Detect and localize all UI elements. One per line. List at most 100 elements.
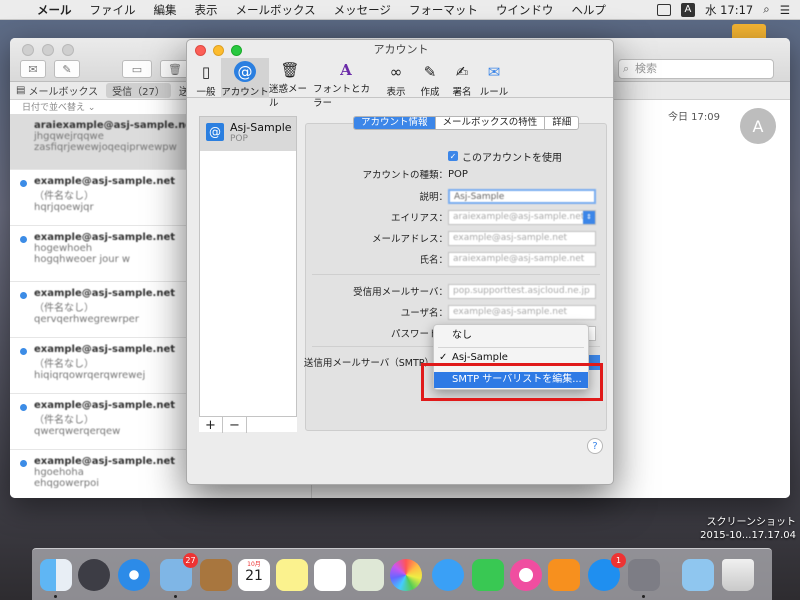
add-account-button[interactable]: + bbox=[199, 417, 223, 433]
contacts-icon[interactable] bbox=[200, 559, 232, 591]
calendar-day: 21 bbox=[245, 568, 263, 584]
mailboxes-toggle[interactable]: ▤ メールボックス bbox=[10, 83, 104, 98]
menu-format[interactable]: フォーマット bbox=[400, 2, 487, 18]
archive-button[interactable]: ▭ bbox=[122, 60, 152, 78]
tab-fonts-colors[interactable]: A フォントとカラー bbox=[313, 58, 379, 109]
mail-badge: 27 bbox=[183, 553, 198, 568]
spotlight-icon[interactable]: ⌕ bbox=[763, 2, 769, 17]
mail-window-controls bbox=[22, 44, 74, 56]
running-indicator bbox=[642, 595, 645, 598]
tab-label: フォントとカラー bbox=[313, 84, 371, 109]
launchpad-icon[interactable] bbox=[78, 559, 110, 591]
itunes-icon[interactable] bbox=[510, 559, 542, 591]
dock: 27 10月 21 1 bbox=[32, 548, 772, 600]
search-icon: ⌕ bbox=[623, 62, 630, 75]
account-type-label: アカウントの種類： bbox=[362, 170, 448, 181]
menu-message[interactable]: メッセージ bbox=[325, 2, 400, 18]
facetime-icon[interactable] bbox=[472, 559, 504, 591]
account-type-row: アカウントの種類： POP bbox=[306, 164, 606, 184]
display-icon[interactable] bbox=[656, 3, 671, 16]
running-indicator bbox=[54, 595, 57, 598]
description-row: 説明： Asj-Sample bbox=[306, 186, 606, 206]
minimize-button[interactable] bbox=[213, 45, 224, 56]
menu-mailbox[interactable]: メールボックス bbox=[227, 2, 325, 18]
get-mail-button[interactable]: ✉ bbox=[20, 60, 46, 78]
incoming-server-field[interactable]: pop.supporttest.asjcloud.ne.jp bbox=[448, 283, 596, 299]
sort-label: 日付で並べ替え bbox=[22, 103, 86, 113]
account-row[interactable]: @ Asj-Sample POP bbox=[200, 117, 296, 151]
menu-help[interactable]: ヘルプ bbox=[562, 2, 615, 18]
enable-account-label: このアカウントを使用 bbox=[462, 152, 562, 164]
zoom-button[interactable] bbox=[62, 44, 74, 56]
tab-viewing[interactable]: ∞ 表示 bbox=[383, 58, 409, 99]
input-source-indicator[interactable]: A bbox=[680, 2, 695, 17]
menu-view[interactable]: 表示 bbox=[186, 2, 227, 18]
search-field[interactable]: ⌕ 検索 bbox=[618, 59, 774, 79]
full-name-row: 氏名： araiexample@asj-sample.net bbox=[306, 249, 606, 269]
help-button[interactable]: ? bbox=[587, 438, 603, 454]
messages-icon[interactable] bbox=[432, 559, 464, 591]
segment-account-info[interactable]: アカウント情報 bbox=[354, 117, 436, 129]
email-field[interactable]: example@asj-sample.net bbox=[448, 230, 596, 246]
desktop-file-name-line1: スクリーンショット bbox=[706, 517, 797, 528]
tab-accounts[interactable]: @ アカウント bbox=[221, 58, 269, 98]
finder-icon[interactable] bbox=[40, 559, 72, 591]
tab-junk-mail[interactable]: 🗑 迷惑メール bbox=[269, 58, 311, 109]
maps-icon[interactable] bbox=[352, 559, 384, 591]
calendar-icon[interactable]: 10月 21 bbox=[238, 559, 270, 591]
app-store-icon[interactable]: 1 bbox=[588, 553, 626, 591]
tab-general[interactable]: ▯ 一般 bbox=[193, 58, 219, 99]
description-label: 説明： bbox=[419, 192, 448, 203]
switch-icon: ▯ bbox=[201, 62, 211, 81]
mail-icon[interactable]: 27 bbox=[160, 553, 198, 591]
running-indicator bbox=[174, 595, 177, 598]
close-button[interactable] bbox=[195, 45, 206, 56]
clock[interactable]: 水 17:17 bbox=[705, 2, 753, 18]
system-preferences-icon[interactable] bbox=[628, 559, 660, 591]
tab-label: 表示 bbox=[386, 87, 406, 98]
alias-popup[interactable]: araiexample@asj-sample.net ⇕ bbox=[448, 209, 596, 225]
segment-mailbox-behaviors[interactable]: メールボックスの特性 bbox=[436, 117, 546, 129]
trash-icon: 🗑 bbox=[168, 62, 182, 76]
chevron-up-down-icon: ⇕ bbox=[583, 210, 595, 224]
tab-label: アカウント bbox=[221, 87, 269, 98]
username-field[interactable]: example@asj-sample.net bbox=[448, 304, 596, 320]
enable-account-checkbox[interactable]: ✓ このアカウントを使用 bbox=[448, 149, 562, 164]
trash-icon[interactable] bbox=[722, 559, 754, 591]
remove-account-button[interactable]: − bbox=[223, 417, 247, 433]
zoom-button[interactable] bbox=[231, 45, 242, 56]
tab-label: 迷惑メール bbox=[269, 84, 308, 109]
tab-signatures[interactable]: ✍ 署名 bbox=[447, 58, 477, 99]
menu-item-none[interactable]: なし bbox=[434, 328, 588, 344]
menu-app[interactable]: メール bbox=[28, 2, 81, 18]
tab-rules[interactable]: ✉ ルール bbox=[479, 58, 509, 99]
font-icon: A bbox=[340, 61, 352, 79]
tab-label: 作成 bbox=[420, 87, 440, 98]
close-button[interactable] bbox=[22, 44, 34, 56]
divider bbox=[312, 274, 600, 275]
account-type-value: POP bbox=[448, 168, 468, 180]
incoming-server-row: 受信用メールサーバ： pop.supporttest.asjcloud.ne.j… bbox=[306, 281, 606, 301]
unread-dot bbox=[20, 404, 27, 411]
menu-edit[interactable]: 編集 bbox=[145, 2, 186, 18]
at-sign-icon: @ bbox=[234, 61, 256, 82]
downloads-folder-icon[interactable] bbox=[682, 559, 714, 591]
reminders-icon[interactable] bbox=[314, 559, 346, 591]
tab-label: ルール bbox=[479, 87, 509, 98]
description-field[interactable]: Asj-Sample bbox=[448, 188, 596, 204]
minimize-button[interactable] bbox=[42, 44, 54, 56]
notes-icon[interactable] bbox=[276, 559, 308, 591]
inbox-favorite[interactable]: 受信（27） bbox=[106, 83, 171, 98]
menu-file[interactable]: ファイル bbox=[81, 2, 145, 18]
notification-center-icon[interactable]: ☰ bbox=[780, 3, 790, 17]
photos-icon[interactable] bbox=[390, 559, 422, 591]
tab-composing[interactable]: ✎ 作成 bbox=[415, 58, 445, 99]
safari-icon[interactable] bbox=[118, 559, 150, 591]
compose-button[interactable]: ✎ bbox=[54, 60, 80, 78]
ibooks-icon[interactable] bbox=[548, 559, 580, 591]
menu-window[interactable]: ウインドウ bbox=[487, 2, 563, 18]
full-name-field[interactable]: araiexample@asj-sample.net bbox=[448, 251, 596, 267]
desktop-file-label[interactable]: スクリーンショット 2015-10...17.17.04 bbox=[694, 516, 796, 542]
tab-label: 署名 bbox=[452, 87, 472, 98]
segment-advanced[interactable]: 詳細 bbox=[545, 117, 578, 129]
